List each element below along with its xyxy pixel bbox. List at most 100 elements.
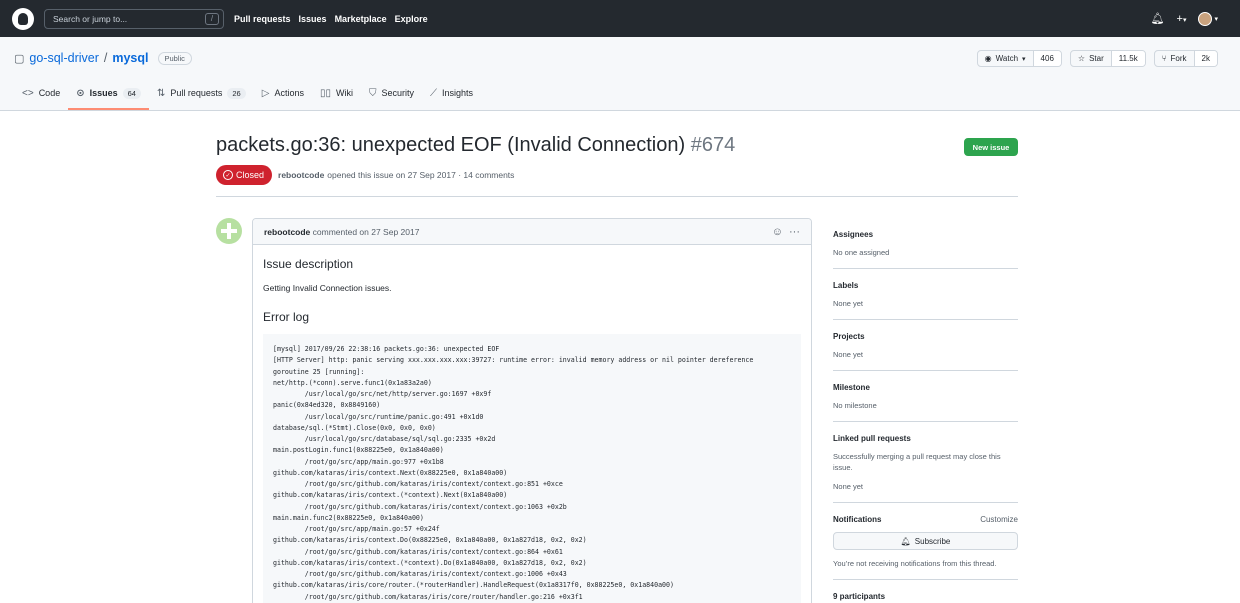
comment-body: Issue description Getting Invalid Connec…	[253, 257, 811, 603]
nav-issues[interactable]: Issues	[299, 14, 327, 24]
milestone-value: No milestone	[833, 401, 877, 410]
slash-shortcut-icon: /	[205, 12, 219, 25]
customize-link[interactable]: Customize	[980, 515, 1018, 524]
tab-label: Actions	[274, 88, 304, 98]
new-issue-button[interactable]: New issue	[964, 138, 1018, 156]
watch-count[interactable]: 406	[1033, 51, 1061, 66]
error-log-heading: Error log	[263, 310, 310, 324]
book-icon: ▯▯	[319, 87, 331, 99]
issue-description-text: Getting Invalid Connection issues.	[263, 283, 392, 293]
tab-issues[interactable]: ⊙ Issues 64	[68, 78, 149, 110]
avatar	[1198, 11, 1213, 26]
tab-label: Pull requests	[170, 88, 223, 98]
labels-value: None yet	[833, 299, 864, 308]
linked-pull-requests-title[interactable]: Linked pull requests	[833, 434, 1018, 443]
status-label: Closed	[236, 170, 265, 180]
assignees-title[interactable]: Assignees	[833, 230, 1018, 239]
issue-number: #674	[690, 134, 736, 156]
comment-author-link[interactable]: rebootcode	[264, 227, 310, 237]
fork-count[interactable]: 2k	[1194, 51, 1217, 66]
subscribe-button[interactable]: 🔔︎ Subscribe	[833, 532, 1018, 550]
github-logo-icon[interactable]	[12, 7, 34, 30]
comment: rebootcode commented on 27 Sep 2017 ☺ ··…	[252, 218, 812, 603]
issue-sidebar: Assignees No one assigned Labels None ye…	[833, 218, 1018, 601]
repo-tabs: <> Code ⊙ Issues 64 ⇅ Pull requests 26 ▷ Actio…	[14, 78, 481, 110]
bell-icon: 🔔︎	[900, 536, 911, 546]
issue-opened-icon: ⊙	[76, 87, 85, 99]
milestone-title[interactable]: Milestone	[833, 383, 1018, 392]
issue-description-heading: Issue description	[263, 257, 354, 271]
nav-pull-requests[interactable]: Pull requests	[234, 14, 291, 24]
sidebar-milestone: Milestone No milestone	[833, 371, 1018, 422]
notifications-text: You’re not receiving notifications from …	[833, 559, 997, 568]
tab-pull-requests[interactable]: ⇅ Pull requests 26	[149, 78, 254, 110]
fork-icon: ⑂	[1161, 54, 1167, 63]
tab-actions[interactable]: ▷ Actions	[254, 78, 312, 110]
plus-menu-icon[interactable]: +▾	[1177, 13, 1187, 25]
code-icon: <>	[22, 87, 34, 99]
linked-pull-requests-value: None yet	[833, 482, 864, 491]
comment-timestamp[interactable]: commented on 27 Sep 2017	[313, 227, 420, 237]
tab-label: Issues	[89, 88, 118, 98]
repo-title: ▢ go-sql-driver / mysql Public	[14, 51, 192, 65]
shield-icon: ⛉	[368, 87, 377, 99]
projects-value: None yet	[833, 350, 864, 359]
tab-label: Wiki	[335, 88, 353, 98]
watch-button[interactable]: ◉ Watch ▾ 406	[976, 50, 1062, 67]
star-icon: ☆	[1077, 54, 1086, 63]
tab-label: Security	[381, 88, 414, 98]
repo-icon: ▢	[14, 52, 25, 65]
star-label: Star	[1089, 54, 1104, 63]
avatar-menu[interactable]: ▾	[1198, 11, 1218, 26]
issue-meta-text: opened this issue on 27 Sep 2017 · 14 co…	[327, 170, 515, 180]
tab-insights[interactable]: ⟋ Insights	[422, 78, 481, 110]
issue-title: packets.go:36: unexpected EOF (Invalid C…	[216, 134, 735, 157]
search-input[interactable]: Search or jump to... /	[44, 8, 224, 29]
avatar[interactable]	[216, 218, 242, 244]
graph-icon: ⟋	[429, 87, 437, 99]
subscribe-label: Subscribe	[914, 536, 951, 546]
star-count[interactable]: 11.5k	[1111, 51, 1145, 66]
search-placeholder: Search or jump to...	[53, 13, 128, 24]
tab-code[interactable]: <> Code	[14, 78, 68, 110]
tab-security[interactable]: ⛉ Security	[361, 78, 422, 110]
header-divider	[216, 196, 1018, 197]
issue-author-link[interactable]: rebootcode	[278, 170, 324, 180]
repo-name-link[interactable]: mysql	[112, 51, 148, 65]
error-log-code: [mysql] 2017/09/26 22:38:16 packets.go:3…	[263, 334, 801, 603]
sidebar-linked-pull-requests: Linked pull requests Successfully mergin…	[833, 422, 1018, 503]
chevron-down-icon: ▾	[1022, 55, 1026, 63]
fork-button[interactable]: ⑂ Fork 2k	[1153, 50, 1218, 67]
linked-pull-requests-text: Successfully merging a pull request may …	[833, 452, 1001, 472]
tab-label: Code	[38, 88, 61, 98]
kebab-horizontal-icon[interactable]: ···	[789, 226, 800, 238]
issue-closed-icon: ✓	[223, 170, 233, 180]
projects-title[interactable]: Projects	[833, 332, 1018, 341]
tab-label: Insights	[441, 88, 474, 98]
smiley-icon[interactable]: ☺	[772, 226, 783, 238]
repo-owner-link[interactable]: go-sql-driver	[29, 51, 98, 65]
sidebar-notifications: Notifications Customize 🔔︎ Subscribe You’r…	[833, 503, 1018, 580]
notifications-title: Notifications Customize	[833, 515, 1018, 524]
status-badge: ✓ Closed	[216, 165, 273, 185]
fork-label: Fork	[1170, 54, 1187, 63]
pull-requests-count: 26	[227, 87, 246, 99]
sidebar-projects: Projects None yet	[833, 320, 1018, 371]
assignees-value: No one assigned	[833, 248, 890, 257]
eye-icon: ◉	[984, 54, 992, 63]
sidebar-labels: Labels None yet	[833, 269, 1018, 320]
nav-marketplace[interactable]: Marketplace	[335, 14, 387, 24]
play-icon: ▷	[261, 87, 270, 99]
global-header: Search or jump to... / Pull requests Iss…	[0, 0, 1240, 37]
participants-count: 9 participants	[833, 592, 886, 601]
nav-explore[interactable]: Explore	[395, 14, 428, 24]
global-nav: Pull requests Issues Marketplace Explore	[234, 14, 428, 24]
issue-meta: ✓ Closed rebootcode opened this issue on…	[216, 165, 514, 185]
watch-label: Watch	[995, 54, 1019, 63]
pull-request-icon: ⇅	[156, 87, 166, 99]
tab-wiki[interactable]: ▯▯ Wiki	[312, 78, 361, 110]
comment-header: rebootcode commented on 27 Sep 2017 ☺ ··…	[253, 219, 811, 245]
star-button[interactable]: ☆ Star 11.5k	[1069, 50, 1146, 67]
labels-title[interactable]: Labels	[833, 281, 1018, 290]
bell-icon[interactable]: 🔔︎	[1151, 12, 1165, 25]
